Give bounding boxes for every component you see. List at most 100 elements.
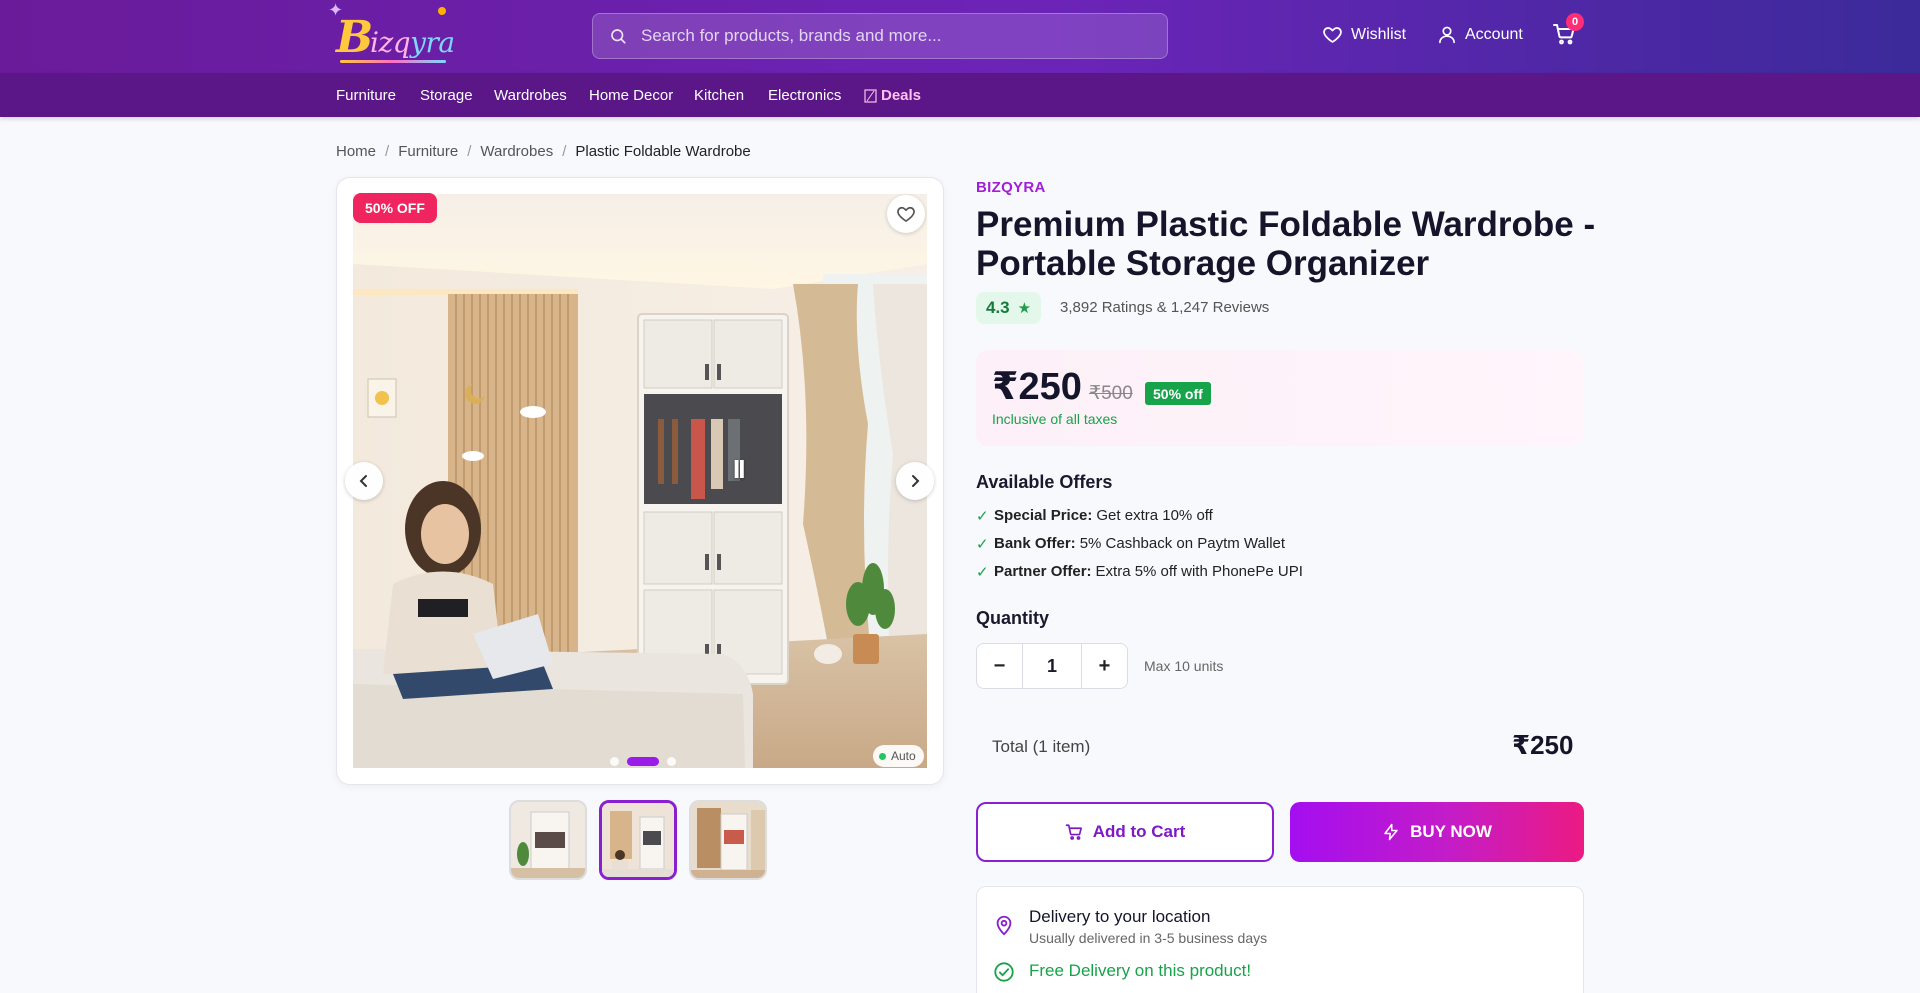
previous-image-button[interactable]	[345, 462, 383, 500]
delivery-subtitle: Usually delivered in 3-5 business days	[1029, 930, 1268, 946]
breadcrumb-furniture[interactable]: Furniture	[398, 143, 458, 160]
ratings-reviews-count[interactable]: 3,892 Ratings & 1,247 Reviews	[1060, 299, 1269, 316]
category-furniture[interactable]: Furniture	[336, 87, 396, 104]
category-wardrobes[interactable]: Wardrobes	[494, 87, 567, 104]
rating-badge: 4.3 ★	[976, 292, 1042, 324]
slide-dot[interactable]	[610, 757, 619, 766]
slide-dot-active[interactable]	[627, 757, 659, 766]
offer-label: Partner Offer:	[994, 563, 1092, 580]
tax-note: Inclusive of all taxes	[992, 411, 1118, 427]
thumbnail-1[interactable]	[509, 800, 587, 880]
check-icon: ✓	[976, 564, 989, 581]
rating-value: 4.3	[986, 298, 1010, 317]
breadcrumb-separator: /	[562, 143, 567, 160]
chevron-left-icon	[359, 475, 367, 487]
autoplay-indicator: Auto	[873, 745, 924, 767]
wishlist-link[interactable]: Wishlist	[1322, 24, 1406, 45]
offer-item: ✓ Partner Offer: Extra 5% off with Phone…	[976, 563, 1303, 581]
decrease-quantity-button[interactable]: −	[977, 644, 1022, 688]
logo-dot	[438, 7, 446, 15]
status-dot	[879, 752, 886, 760]
thumbnail-3[interactable]	[689, 800, 767, 880]
discount-tag: 50% off	[1145, 382, 1211, 405]
buy-now-label: BUY NOW	[1410, 822, 1492, 841]
search-input[interactable]	[641, 26, 1167, 46]
next-image-button[interactable]	[896, 462, 934, 500]
breadcrumb-separator: /	[467, 143, 472, 160]
wishlist-label: Wishlist	[1351, 25, 1407, 43]
offer-label: Bank Offer:	[994, 535, 1076, 552]
cart-icon	[1065, 824, 1082, 840]
product-title: Premium Plastic Foldable Wardrobe - Port…	[976, 205, 1596, 283]
category-storage[interactable]: Storage	[420, 87, 473, 104]
slide-dot[interactable]	[667, 757, 676, 766]
autoplay-label: Auto	[891, 749, 916, 763]
account-link[interactable]: Account	[1437, 24, 1523, 45]
breadcrumb-home[interactable]: Home	[336, 143, 376, 160]
logo-underline	[340, 60, 446, 63]
offer-item: ✓ Special Price: Get extra 10% off	[976, 507, 1213, 525]
check-icon: ✓	[976, 508, 989, 525]
max-units-note: Max 10 units	[1144, 658, 1224, 674]
breadcrumb: Home / Furniture / Wardrobes / Plastic F…	[336, 143, 751, 160]
offer-label: Special Price:	[994, 507, 1093, 524]
breadcrumb-current: Plastic Foldable Wardrobe	[575, 143, 751, 160]
category-home-decor[interactable]: Home Decor	[589, 87, 673, 104]
product-brand[interactable]: BIZQYRA	[976, 179, 1046, 196]
account-label: Account	[1465, 25, 1523, 43]
delivery-panel: Delivery to your location Usually delive…	[976, 886, 1584, 993]
add-to-cart-label: Add to Cart	[1092, 822, 1186, 841]
quantity-value[interactable]: 1	[1022, 644, 1082, 688]
tag-icon	[864, 88, 877, 103]
heart-outline-icon	[897, 206, 915, 222]
current-price: ₹250	[992, 366, 1082, 408]
delivery-title: Delivery to your location	[1029, 907, 1211, 926]
category-nav: Furniture Storage Wardrobes Home Decor K…	[0, 73, 1920, 117]
thumbnail-2[interactable]	[599, 800, 677, 880]
check-icon: ✓	[976, 536, 989, 553]
discount-badge: 50% OFF	[353, 193, 437, 223]
free-delivery-note: Free Delivery on this product!	[1029, 961, 1252, 980]
logo-wordmark: izqyra	[370, 26, 455, 59]
product-main-image[interactable]	[353, 194, 927, 768]
breadcrumb-wardrobes[interactable]: Wardrobes	[480, 143, 553, 160]
logo-initial: B	[336, 12, 374, 63]
increase-quantity-button[interactable]: +	[1082, 644, 1127, 688]
original-price: ₹500	[1089, 383, 1133, 404]
quantity-stepper: − 1 +	[976, 643, 1128, 689]
check-circle-icon	[994, 962, 1014, 982]
category-kitchen[interactable]: Kitchen	[694, 87, 744, 104]
search-icon	[611, 29, 626, 44]
deals-label: Deals	[881, 87, 922, 104]
heart-icon	[1323, 27, 1342, 43]
offers-heading: Available Offers	[976, 472, 1113, 492]
total-value: ₹250	[1512, 730, 1574, 760]
cart-button[interactable]: 0	[1552, 13, 1584, 50]
offer-text: Extra 5% off with PhonePe UPI	[1095, 563, 1303, 580]
category-deals[interactable]: Deals	[864, 87, 921, 104]
search-bar[interactable]	[592, 13, 1168, 59]
total-label: Total (1 item)	[992, 737, 1091, 756]
offer-text: Get extra 10% off	[1096, 507, 1213, 524]
thumbnail-strip	[509, 800, 779, 880]
top-header: ✦ B izqyra Wishlist Account 0	[0, 0, 1920, 73]
product-gallery	[336, 177, 944, 785]
breadcrumb-separator: /	[385, 143, 390, 160]
quantity-heading: Quantity	[976, 608, 1050, 628]
offer-item: ✓ Bank Offer: 5% Cashback on Paytm Walle…	[976, 535, 1285, 553]
price-panel: ₹250 ₹500 50% off Inclusive of all taxes	[976, 350, 1584, 446]
buy-now-button[interactable]: BUY NOW	[1290, 802, 1584, 862]
cart-count-badge: 0	[1566, 13, 1584, 31]
wishlist-toggle-button[interactable]	[887, 195, 925, 233]
pause-slideshow-button[interactable]: II	[733, 454, 746, 485]
brand-logo[interactable]: ✦ B izqyra	[328, 0, 455, 66]
location-pin-icon	[996, 915, 1012, 936]
star-icon: ★	[1017, 300, 1032, 317]
offer-text: 5% Cashback on Paytm Wallet	[1079, 535, 1286, 552]
slide-indicators	[606, 757, 680, 766]
chevron-right-icon	[912, 475, 920, 487]
user-icon	[1439, 26, 1455, 44]
category-electronics[interactable]: Electronics	[768, 87, 841, 104]
add-to-cart-button[interactable]: Add to Cart	[976, 802, 1274, 862]
lightning-icon	[1384, 823, 1398, 841]
